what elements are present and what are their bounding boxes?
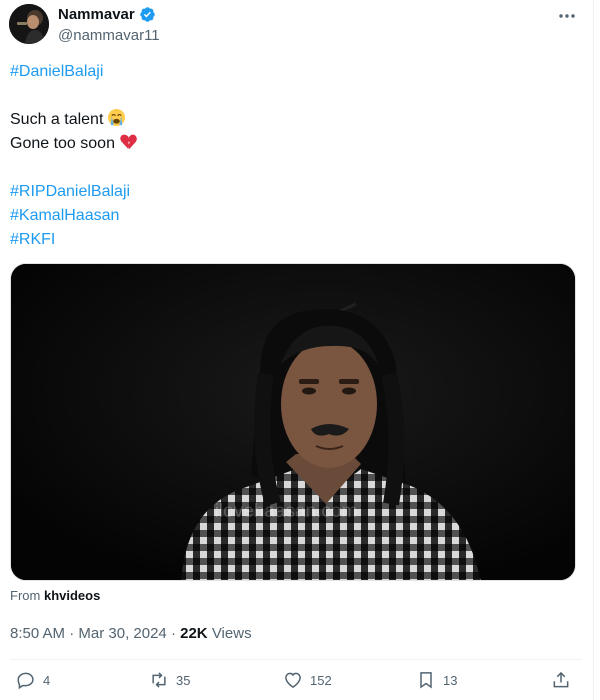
bookmark-icon [420,672,432,689]
reply-button[interactable]: 4 [16,670,50,690]
author-display-name[interactable]: Nammavar [58,6,135,23]
kamal-haasan-avatar-icon [9,4,49,44]
hashtag-rip-daniel-balaji[interactable]: #RIPDanielBalaji [10,183,130,200]
tweet-line-text: Gone too soon [10,132,570,156]
video-watermark: ilovehaasan.com [215,501,358,522]
verified-badge-icon [139,7,155,22]
hashtag-rkfi[interactable]: #RKFI [10,231,55,248]
tweet-line-hashtag[interactable]: #DanielBalaji [10,60,570,84]
avatar[interactable] [9,4,49,44]
views-label: Views [211,625,252,642]
action-bar: 4 35 152 13 [0,666,593,700]
divider [10,659,582,660]
hashtag-kamal-haasan[interactable]: #KamalHaasan [10,207,119,224]
tweet-text-such-a-talent: Such a talent [10,111,104,128]
meta-separator: · [170,625,176,642]
more-dots-icon [559,14,575,18]
tweet-card: Nammavar @nammavar11 #DanielBalaji Such … [0,0,594,700]
more-options-button[interactable] [556,6,578,26]
broken-heart-emoji-icon [120,134,137,150]
views-count: 22K [180,625,208,642]
video-still-man-checked-shirt-icon: ilovehaasan.com [11,264,575,580]
meta-separator: · [69,625,75,642]
bookmark-count: 13 [443,672,458,688]
like-button[interactable]: 152 [283,670,332,690]
share-icon [553,671,569,688]
hashtag-daniel-balaji[interactable]: #DanielBalaji [10,63,103,80]
like-count: 152 [310,672,332,688]
bookmark-button[interactable]: 13 [416,670,457,690]
source-name-link[interactable]: khvideos [44,588,100,603]
repost-count: 35 [176,672,191,688]
tweet-line-hashtag[interactable]: #RIPDanielBalaji [10,180,570,204]
repost-icon [152,672,166,688]
author-handle[interactable]: @nammavar11 [58,27,160,44]
crying-face-emoji-icon [108,108,126,127]
tweet-text: #DanielBalaji Such a talent Gone too soo… [10,60,570,252]
author-name-row: Nammavar [58,6,156,23]
tweet-text-gone-too-soon: Gone too soon [10,135,115,152]
media-source: From khvideos [10,588,100,603]
tweet-line-hashtag[interactable]: #KamalHaasan [10,204,570,228]
repost-button[interactable]: 35 [149,670,190,690]
tweet-line-text: Such a talent [10,108,570,132]
heart-icon [285,672,301,688]
tweet-meta: 8:50 AM · Mar 30, 2024 · 22K Views [10,625,252,642]
tweet-date[interactable]: Mar 30, 2024 [78,625,166,642]
reply-count: 4 [43,672,51,688]
tweet-line-hashtag[interactable]: #RKFI [10,228,570,252]
share-button[interactable] [551,670,571,690]
source-label: From [10,588,41,603]
tweet-time[interactable]: 8:50 AM [10,625,65,642]
tweet-video[interactable]: ilovehaasan.com [10,263,576,581]
reply-icon [17,672,34,690]
